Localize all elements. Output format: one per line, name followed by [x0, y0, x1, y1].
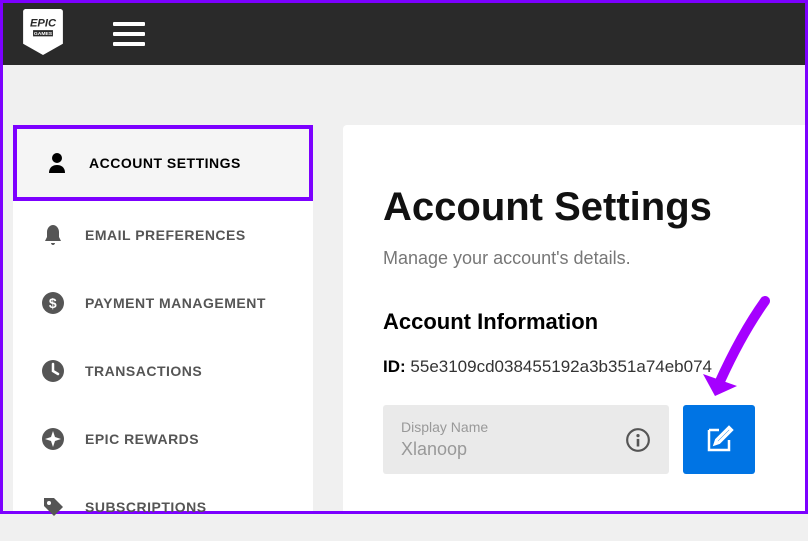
sidebar-item-email-preferences[interactable]: EMAIL PREFERENCES — [13, 201, 313, 269]
svg-text:$: $ — [49, 295, 57, 311]
display-name-field: Display Name Xlanoop — [383, 405, 669, 474]
sidebar-label: ACCOUNT SETTINGS — [89, 155, 241, 171]
svg-text:GAMES: GAMES — [34, 31, 53, 37]
star-burst-icon — [41, 427, 65, 451]
sidebar-item-epic-rewards[interactable]: EPIC REWARDS — [13, 405, 313, 473]
sidebar-label: PAYMENT MANAGEMENT — [85, 295, 266, 311]
sidebar-label: TRANSACTIONS — [85, 363, 202, 379]
sidebar-label: EPIC REWARDS — [85, 431, 199, 447]
id-value: 55e3109cd038455192a3b351a74eb074 — [410, 357, 712, 376]
svg-text:EPIC: EPIC — [30, 17, 57, 29]
display-name-label: Display Name — [401, 419, 488, 435]
page-subtitle: Manage your account's details. — [383, 248, 755, 269]
epic-games-logo[interactable]: EPIC GAMES — [23, 9, 63, 60]
edit-icon — [704, 425, 734, 455]
edit-display-name-button[interactable] — [683, 405, 755, 474]
info-icon[interactable] — [625, 427, 651, 453]
sidebar-item-payment-management[interactable]: $ PAYMENT MANAGEMENT — [13, 269, 313, 337]
sidebar-item-subscriptions[interactable]: SUBSCRIPTIONS — [13, 473, 313, 541]
section-title: Account Information — [383, 309, 755, 335]
person-icon — [45, 151, 69, 175]
menu-icon[interactable] — [113, 22, 145, 46]
sidebar-label: EMAIL PREFERENCES — [85, 227, 246, 243]
dollar-icon: $ — [41, 291, 65, 315]
page-title: Account Settings — [383, 185, 755, 230]
bell-icon — [41, 223, 65, 247]
sidebar-item-transactions[interactable]: TRANSACTIONS — [13, 337, 313, 405]
sidebar: ACCOUNT SETTINGS EMAIL PREFERENCES $ PAY… — [13, 125, 313, 511]
account-id-row: ID: 55e3109cd038455192a3b351a74eb074 — [383, 357, 755, 377]
clock-icon — [41, 359, 65, 383]
tag-icon — [41, 495, 65, 519]
display-name-value: Xlanoop — [401, 439, 488, 460]
sidebar-label: SUBSCRIPTIONS — [85, 499, 207, 515]
id-label: ID: — [383, 357, 406, 376]
sidebar-item-account-settings[interactable]: ACCOUNT SETTINGS — [13, 125, 313, 201]
app-header: EPIC GAMES — [3, 3, 805, 65]
main-content: Account Settings Manage your account's d… — [343, 125, 805, 511]
